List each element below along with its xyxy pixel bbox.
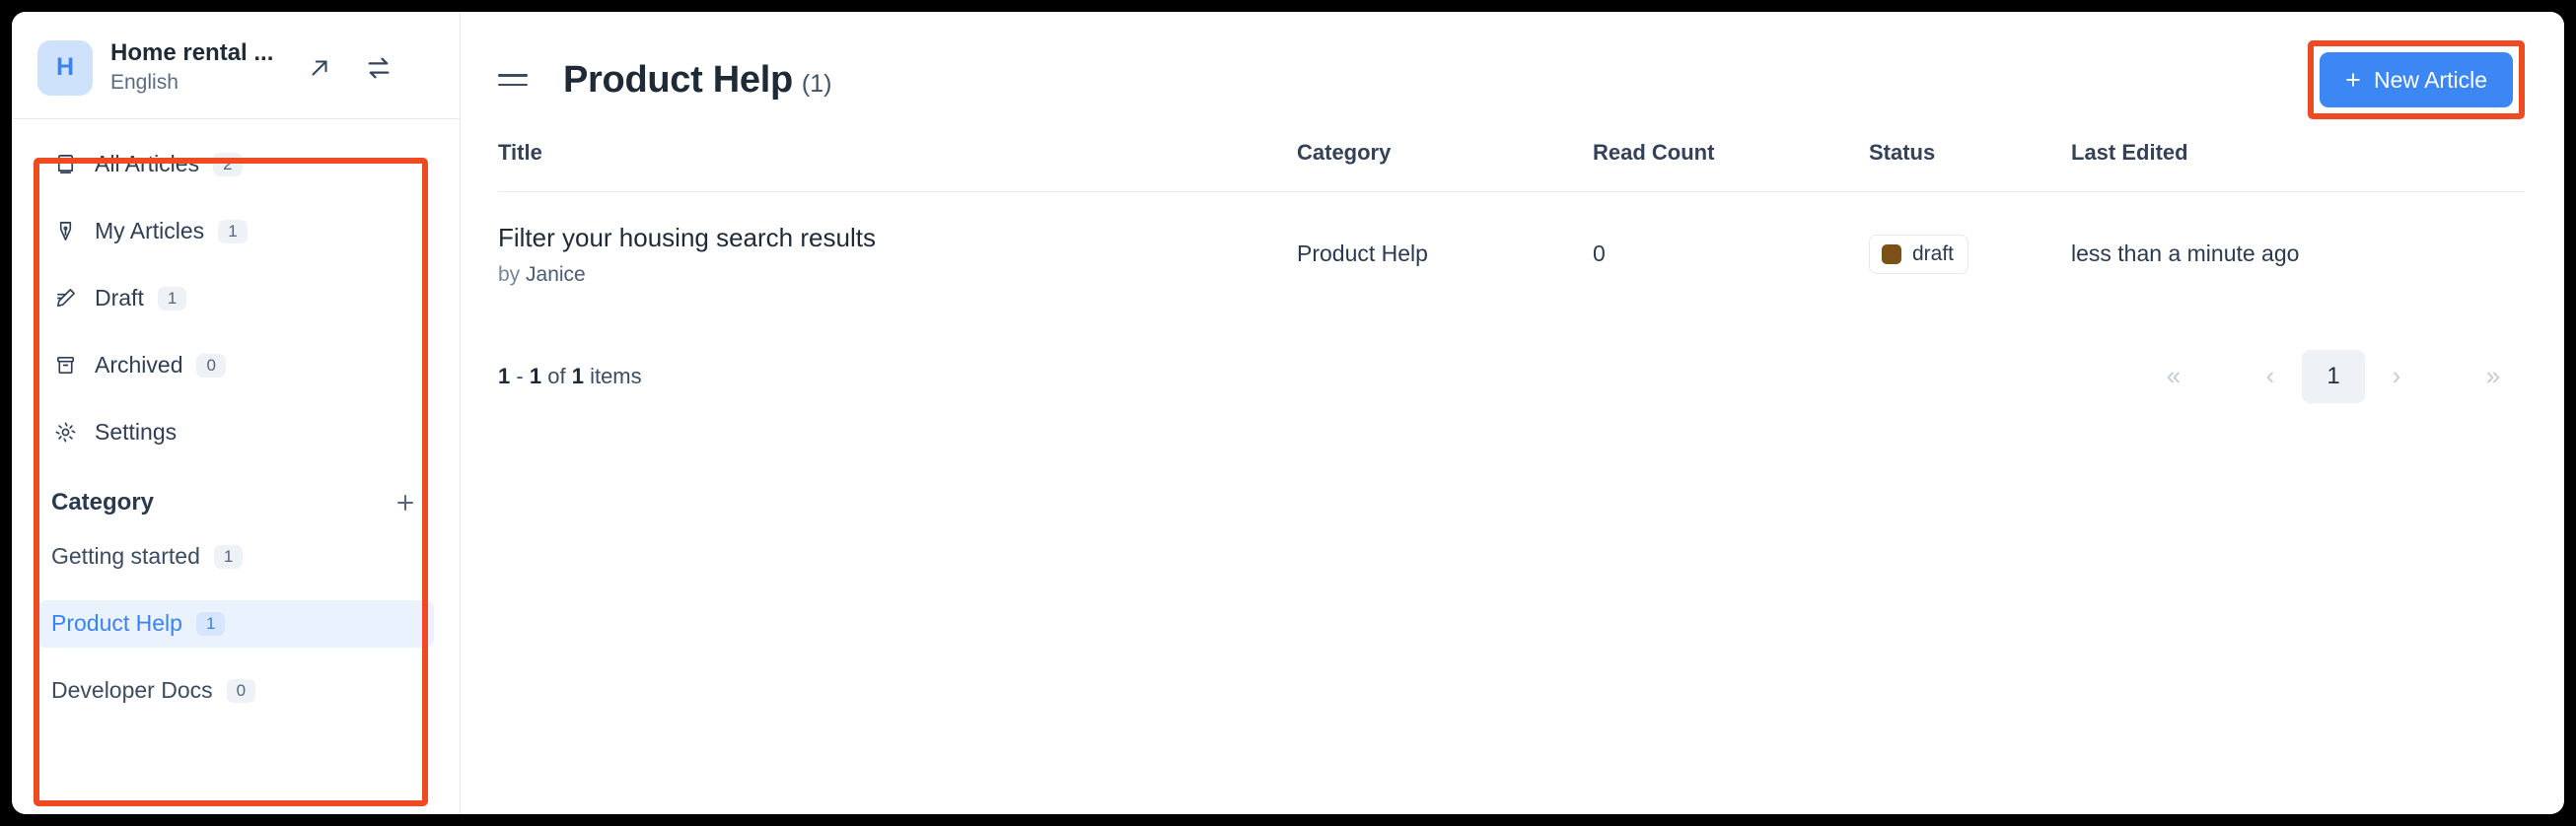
sidebar-item-label: Settings [95, 419, 178, 446]
pagination-controls: « ‹ 1 › » [2142, 349, 2525, 403]
sidebar-item-archived[interactable]: Archived 0 [37, 342, 434, 389]
sidebar-item-badge: 1 [218, 219, 248, 243]
book-icon [51, 151, 79, 178]
sidebar-item-all-articles[interactable]: All Articles 2 [37, 141, 434, 188]
status-label: draft [1912, 241, 1955, 265]
sidebar-item-draft[interactable]: Draft 1 [37, 275, 434, 322]
pencil-edit-icon [51, 285, 79, 312]
column-header-category[interactable]: Category [1297, 140, 1593, 192]
author-prefix: by [498, 262, 521, 286]
new-article-label: New Article [2373, 66, 2487, 93]
workspace-name: Home rental ... [110, 39, 274, 66]
sidebar-nav: All Articles 2 My Articles 1 Draft 1 Arc… [12, 119, 460, 715]
switch-horizontal-icon[interactable] [362, 51, 395, 85]
pagination-last-button[interactable]: » [2462, 350, 2525, 403]
pagination-next-button[interactable]: › [2365, 350, 2428, 403]
page-title-count: (1) [801, 69, 832, 98]
table-body: Filter your housing search results by Ja… [498, 192, 2525, 316]
pagination-prev-button[interactable]: ‹ [2239, 350, 2302, 403]
table-header-row: Title Category Read Count Status Last Ed… [498, 140, 2525, 192]
workspace-header[interactable]: H Home rental ... English [12, 12, 460, 118]
category-item-badge: 0 [226, 678, 256, 703]
pen-nib-icon [51, 218, 79, 245]
plus-icon[interactable] [391, 488, 420, 517]
workspace-avatar: H [37, 39, 93, 96]
app-window: H Home rental ... English All Articles 2… [12, 12, 2564, 814]
cell-category: Product Help [1297, 241, 1428, 267]
range-end: 1 [529, 363, 542, 388]
status-badge: draft [1869, 234, 1969, 274]
sidebar-item-label: Archived [95, 352, 183, 379]
of-text: of [547, 363, 566, 388]
pagination-first-button[interactable]: « [2142, 350, 2205, 403]
plus-icon: + [2345, 64, 2361, 95]
pagination-page-1[interactable]: 1 [2302, 349, 2365, 403]
main-content: Product Help (1) + New Article Title Cat… [461, 12, 2564, 814]
arrow-up-right-icon[interactable] [303, 51, 336, 85]
gear-icon [51, 419, 79, 447]
sidebar-item-badge: 2 [213, 152, 243, 176]
table-header: Title Category Read Count Status Last Ed… [498, 140, 2525, 192]
sidebar-category-product-help[interactable]: Product Help 1 [37, 599, 434, 648]
archive-box-icon [51, 352, 79, 379]
article-author: by Janice [498, 263, 1297, 287]
sidebar-item-settings[interactable]: Settings [37, 409, 434, 456]
pagination-bar: 1 - 1 of 1 items « ‹ 1 › » [461, 316, 2564, 403]
sidebar-nav-list: All Articles 2 My Articles 1 Draft 1 Arc… [12, 141, 460, 456]
items-text: items [590, 363, 642, 388]
sidebar-category-developer-docs[interactable]: Developer Docs 0 [37, 667, 434, 715]
total-count: 1 [571, 363, 584, 388]
column-header-read-count[interactable]: Read Count [1593, 140, 1869, 192]
sidebar-category-getting-started[interactable]: Getting started 1 [37, 533, 434, 581]
sidebar-item-label: Draft [95, 285, 144, 311]
author-name: Janice [526, 262, 586, 286]
range-start: 1 [498, 363, 511, 388]
cell-status: draft [1869, 192, 2071, 316]
category-item-badge: 1 [195, 611, 226, 636]
articles-table-area: Title Category Read Count Status Last Ed… [461, 114, 2564, 316]
cell-last-edited: less than a minute ago [2071, 241, 2300, 267]
category-item-badge: 1 [213, 544, 244, 569]
sidebar: H Home rental ... English All Articles 2… [12, 12, 461, 814]
workspace-language: English [110, 71, 179, 95]
table-row[interactable]: Filter your housing search results by Ja… [498, 192, 2525, 316]
new-article-button-wrap: + New Article [2308, 40, 2525, 119]
pagination-summary: 1 - 1 of 1 items [498, 364, 642, 389]
category-item-label: Developer Docs [51, 677, 213, 704]
page-title-group: Product Help (1) [563, 59, 831, 102]
sidebar-item-badge: 1 [157, 286, 187, 310]
article-title-link[interactable]: Filter your housing search results [498, 222, 1297, 254]
sidebar-item-label: My Articles [95, 218, 205, 244]
new-article-button[interactable]: + New Article [2320, 52, 2513, 107]
sidebar-category-header: Category [12, 476, 460, 517]
range-separator: - [516, 363, 524, 388]
category-section-title: Category [51, 488, 155, 516]
page-title: Product Help [563, 58, 793, 101]
sidebar-item-my-articles[interactable]: My Articles 1 [37, 208, 434, 255]
main-header: Product Help (1) + New Article [461, 12, 2564, 119]
cell-read-count: 0 [1593, 241, 1606, 267]
sidebar-item-badge: 0 [196, 353, 226, 378]
column-header-status[interactable]: Status [1869, 140, 2071, 192]
category-item-label: Product Help [51, 610, 182, 637]
sidebar-category-list: Getting started 1 Product Help 1 Develop… [12, 517, 460, 715]
cell-title: Filter your housing search results by Ja… [498, 192, 1297, 316]
hamburger-menu-icon[interactable] [498, 62, 534, 98]
column-header-last-edited[interactable]: Last Edited [2071, 140, 2525, 192]
status-color-swatch [1882, 243, 1901, 264]
category-item-label: Getting started [51, 543, 200, 570]
sidebar-item-label: All Articles [95, 151, 200, 177]
articles-table: Title Category Read Count Status Last Ed… [498, 140, 2525, 316]
column-header-title[interactable]: Title [498, 140, 1297, 192]
